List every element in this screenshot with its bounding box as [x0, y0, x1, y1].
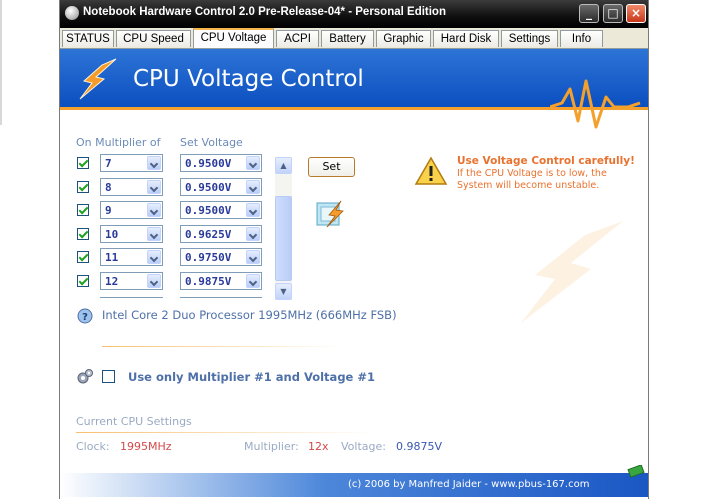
cpu-info-text: Intel Core 2 Duo Processor 1995MHz (666M… [102, 308, 397, 322]
warning-title: Use Voltage Control carefully! [457, 155, 635, 167]
multiplier-dropdown[interactable]: 7 [100, 154, 163, 172]
multiplier-column-label: On Multiplier of [76, 136, 161, 149]
chevron-down-icon[interactable] [246, 227, 260, 241]
voltage-value: 0.9500V [185, 181, 232, 194]
multiplier-dropdown[interactable]: 11 [100, 248, 163, 266]
chevron-down-icon[interactable] [147, 250, 161, 264]
footer-bar: (c) 2006 by Manfred Jaider - www.pbus-16… [60, 473, 648, 497]
voltage-dropdown[interactable]: 0.9625V [180, 225, 262, 243]
row-enable-checkbox[interactable] [77, 181, 89, 193]
tab-cpu-speed[interactable]: CPU Speed [116, 30, 191, 47]
tab-info[interactable]: Info [560, 30, 603, 47]
voltage-value: 0.9500V [185, 204, 232, 217]
minimize-button[interactable]: _ [579, 4, 599, 23]
page-title: CPU Voltage Control [133, 66, 364, 92]
multiplier-label: Multiplier: [244, 440, 299, 453]
window-title: Notebook Hardware Control 2.0 Pre-Releas… [83, 6, 446, 18]
multiplier-value: 12 [105, 275, 119, 288]
banner-divider [60, 107, 648, 110]
lightning-watermark-icon [521, 221, 623, 323]
row-enable-checkbox[interactable] [77, 251, 89, 263]
voltage-dropdown[interactable]: 0.9500V [180, 201, 262, 219]
chevron-down-icon[interactable] [147, 156, 161, 170]
multiplier-value: 11 [105, 251, 119, 264]
multiplier-dropdown[interactable]: 9 [100, 201, 163, 219]
divider [102, 346, 342, 347]
chevron-down-icon[interactable] [246, 274, 260, 288]
chevron-down-icon[interactable] [246, 180, 260, 194]
multiplier-value-current: 12x [308, 440, 329, 453]
tab-panel-cpu-voltage: CPU Voltage Control On Multiplier of Set… [60, 49, 648, 499]
chevron-down-icon[interactable] [147, 203, 161, 217]
gears-icon [77, 369, 93, 384]
multiplier-value: 10 [105, 228, 119, 241]
voltage-dropdown[interactable]: 0.9500V [180, 178, 262, 196]
row-enable-checkbox[interactable] [77, 228, 89, 240]
tab-bar: STATUS CPU Speed CPU Voltage ACPI Batter… [60, 28, 648, 49]
chevron-down-icon[interactable] [147, 274, 161, 288]
maximize-button[interactable]: □ [603, 4, 623, 23]
current-settings-title: Current CPU Settings [76, 415, 192, 428]
voltage-column-label: Set Voltage [180, 136, 243, 149]
scroll-up-button[interactable]: ▲ [275, 157, 292, 174]
tab-status[interactable]: STATUS [62, 30, 114, 47]
voltage-dropdown[interactable]: 0.9750V [180, 248, 262, 266]
voltage-value: 0.9625V [185, 228, 232, 241]
header-banner: CPU Voltage Control [60, 49, 648, 129]
chevron-down-icon[interactable] [147, 227, 161, 241]
tab-battery[interactable]: Battery [321, 30, 374, 47]
hidden-row-edge [180, 297, 262, 300]
voltage-value: 0.9750V [185, 251, 232, 264]
warning-icon [414, 156, 448, 185]
scroll-thumb[interactable] [275, 196, 292, 281]
scroll-down-button[interactable]: ▼ [275, 283, 292, 300]
help-icon: ? [77, 308, 93, 324]
background-edge [0, 0, 2, 125]
voltage-cpu-icon [316, 200, 344, 228]
voltage-dropdown[interactable]: 0.9500V [180, 154, 262, 172]
use-only-checkbox[interactable] [102, 370, 115, 383]
close-button[interactable]: × [626, 4, 646, 23]
rows-scrollbar[interactable]: ▲ ▼ [275, 157, 292, 300]
multiplier-dropdown[interactable]: 10 [100, 225, 163, 243]
voltage-dropdown[interactable]: 0.9875V [180, 272, 262, 290]
voltage-value: 0.9875V [185, 275, 232, 288]
voltage-value-current: 0.9875V [396, 440, 443, 453]
copyright-text: (c) 2006 by Manfred Jaider - www.pbus-16… [348, 479, 590, 490]
title-bar[interactable]: Notebook Hardware Control 2.0 Pre-Releas… [60, 0, 648, 28]
chevron-down-icon[interactable] [246, 156, 260, 170]
multiplier-value: 7 [105, 157, 112, 170]
multiplier-dropdown[interactable]: 8 [100, 178, 163, 196]
app-icon[interactable] [65, 6, 79, 20]
multiplier-value: 8 [105, 181, 112, 194]
chip-icon [627, 465, 645, 478]
tab-settings[interactable]: Settings [501, 30, 558, 47]
pulse-wave-icon [550, 79, 641, 129]
use-only-label: Use only Multiplier #1 and Voltage #1 [128, 370, 375, 384]
multiplier-dropdown[interactable]: 12 [100, 272, 163, 290]
lightning-logo-icon [79, 58, 117, 100]
clock-value: 1995MHz [120, 440, 172, 453]
tab-cpu-voltage[interactable]: CPU Voltage [193, 28, 274, 48]
row-enable-checkbox[interactable] [77, 275, 89, 287]
tab-graphic[interactable]: Graphic [376, 30, 431, 47]
chevron-down-icon[interactable] [147, 180, 161, 194]
tab-hard-disk[interactable]: Hard Disk [433, 30, 499, 47]
set-button[interactable]: Set [308, 157, 355, 177]
voltage-label: Voltage: [341, 440, 386, 453]
warning-text: If the CPU Voltage is to low, the System… [457, 168, 607, 191]
hidden-row-edge [100, 297, 163, 300]
row-enable-checkbox[interactable] [77, 204, 89, 216]
app-window: Notebook Hardware Control 2.0 Pre-Releas… [59, 0, 649, 499]
chevron-down-icon[interactable] [246, 250, 260, 264]
svg-text:?: ? [82, 312, 88, 323]
row-enable-checkbox[interactable] [77, 157, 89, 169]
multiplier-value: 9 [105, 204, 112, 217]
voltage-value: 0.9500V [185, 157, 232, 170]
clock-label: Clock: [76, 440, 110, 453]
divider [76, 432, 376, 433]
tab-acpi[interactable]: ACPI [276, 30, 319, 47]
chevron-down-icon[interactable] [246, 203, 260, 217]
